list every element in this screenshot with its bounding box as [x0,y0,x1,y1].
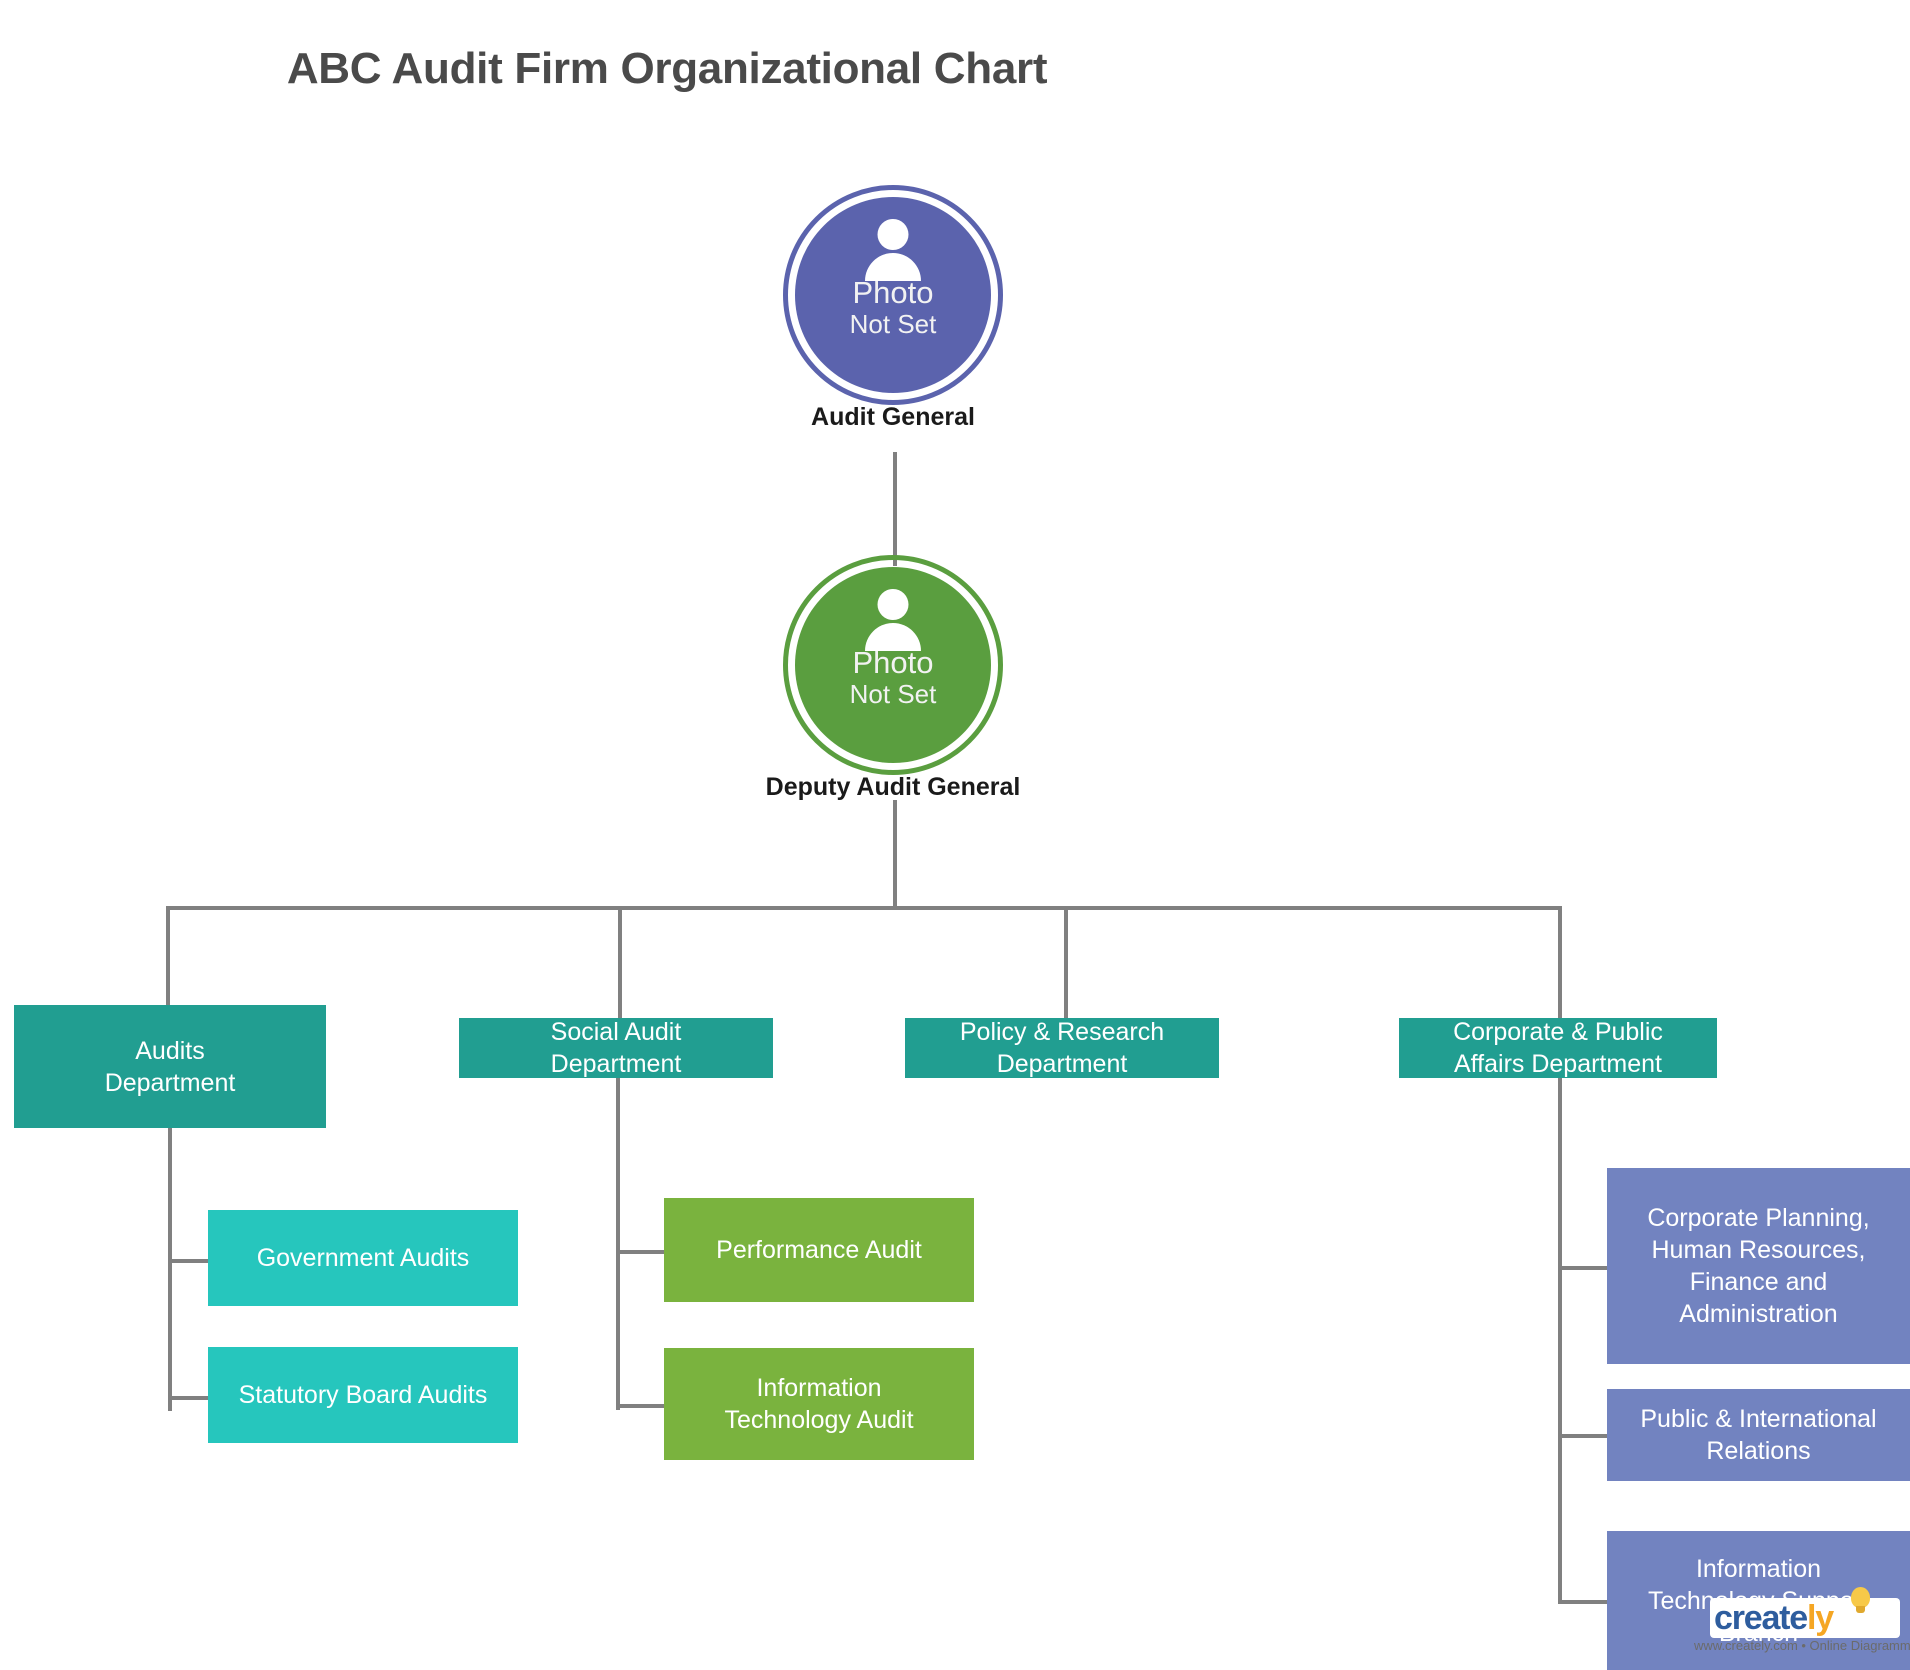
box-performance-audit[interactable]: Performance Audit [664,1198,974,1302]
person-head [877,589,909,620]
person-head [877,219,909,250]
lightbulb-glass [1851,1587,1870,1608]
creately-brand-suffix: ly [1807,1599,1834,1637]
person-body [865,253,921,281]
avatar-deputy-audit-general: Photo Not Set [795,567,991,763]
connector-drop-social-audit [618,906,622,1018]
box-government-audits[interactable]: Government Audits [208,1210,518,1306]
box-audits-department[interactable]: Audits Department [14,1005,326,1128]
connector-drop-audits [166,906,170,1008]
node-label-audit-general: Audit General [811,403,975,431]
lightbulb-base [1856,1606,1865,1613]
avatar-audit-general: Photo Not Set [795,197,991,393]
creately-wordmark: creately [1714,1598,1834,1638]
creately-tagline: www.creately.com • Online Diagramming [1694,1638,1910,1653]
page-title: ABC Audit Firm Organizational Chart [286,44,1048,93]
connector-department-bus [166,906,1562,910]
node-deputy-audit-general[interactable]: Photo Not Set [783,555,1003,775]
connector-social-trunk [616,1078,620,1410]
connector-social-to-it-audit [616,1404,666,1408]
avatar-photo-line2: Not Set [849,308,937,339]
box-corporate-public-affairs-department[interactable]: Corporate & Public Affairs Department [1399,1018,1717,1078]
connector-corporate-to-it-support [1558,1600,1608,1604]
avatar-photo-line2: Not Set [849,678,937,709]
box-policy-research-department[interactable]: Policy & Research Department [905,1018,1219,1078]
box-information-technology-audit[interactable]: Information Technology Audit [664,1348,974,1460]
creately-brand-prefix: create [1714,1599,1808,1637]
box-corporate-planning-hr-finance-administration[interactable]: Corporate Planning, Human Resources, Finan… [1607,1168,1910,1364]
person-icon [864,219,922,281]
connector-deputy-stem [893,800,897,910]
avatar-photo-line1: Photo [852,275,934,310]
lightbulb-icon [1849,1587,1872,1614]
node-label-deputy-audit-general: Deputy Audit General [765,773,1021,801]
connector-audits-to-government [168,1259,210,1263]
connector-drop-corporate [1558,906,1562,1018]
creately-watermark[interactable]: creately www.creately.com • Online Diagr… [1694,1587,1910,1658]
connector-corporate-trunk [1558,1078,1562,1602]
connector-audits-trunk [168,1128,172,1411]
connector-audits-to-statutory [168,1396,210,1400]
node-audit-general[interactable]: Photo Not Set [783,185,1003,405]
person-body [865,623,921,651]
connector-general-to-deputy [893,452,897,566]
connector-social-to-performance [616,1250,666,1254]
box-statutory-board-audits[interactable]: Statutory Board Audits [208,1347,518,1443]
person-icon [864,589,922,651]
avatar-photo-line1: Photo [852,645,934,680]
box-social-audit-department[interactable]: Social Audit Department [459,1018,773,1078]
org-chart-canvas: ABC Audit Firm Organizational Chart Phot… [0,0,1910,1670]
connector-corporate-to-relations [1558,1434,1608,1438]
box-public-international-relations[interactable]: Public & International Relations [1607,1389,1910,1481]
connector-drop-policy-research [1064,906,1068,1018]
connector-corporate-to-planning [1558,1266,1608,1270]
